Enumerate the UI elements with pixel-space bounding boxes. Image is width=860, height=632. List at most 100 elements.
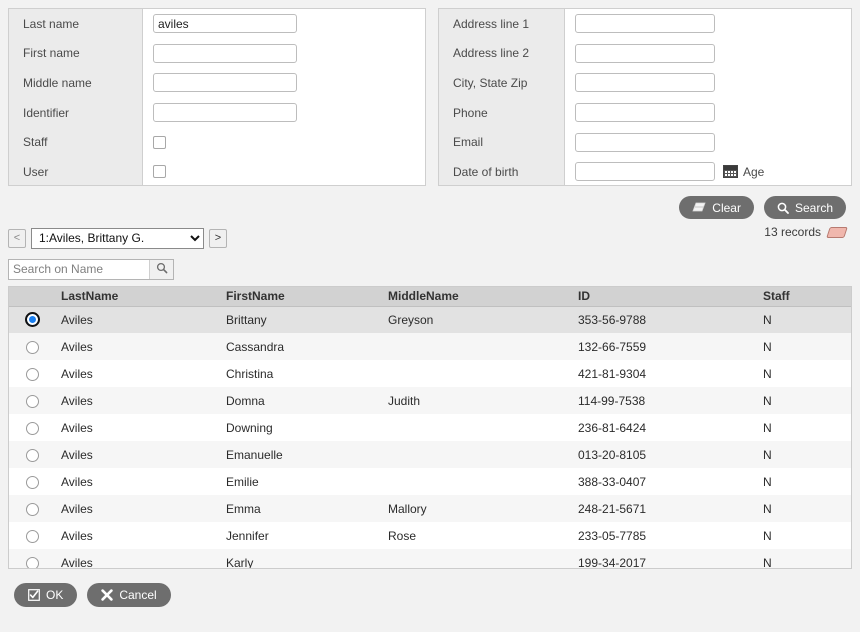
record-navigation: < 1:Aviles, Brittany G. > (0, 224, 860, 252)
label-city-state-zip: City, State Zip (453, 76, 527, 90)
cell-staff: N (757, 522, 851, 549)
calendar-icon[interactable] (723, 165, 738, 178)
row-select-cell[interactable] (9, 414, 55, 441)
row-radio-button[interactable] (26, 530, 39, 543)
cell-firstname: Emanuelle (220, 441, 382, 468)
table-row[interactable]: AvilesChristina421-81-9304N (9, 360, 851, 387)
results-table: LastName FirstName MiddleName ID Staff A… (9, 287, 851, 569)
row-radio-button[interactable] (25, 312, 40, 327)
row-radio-button[interactable] (26, 341, 39, 354)
name-filter-search-button[interactable] (149, 260, 173, 279)
cell-firstname: Christina (220, 360, 382, 387)
row-select-cell[interactable] (9, 441, 55, 468)
row-radio-button[interactable] (26, 395, 39, 408)
eraser-icon[interactable] (826, 227, 848, 238)
search-button[interactable]: Search (764, 196, 846, 219)
field-row-email (565, 127, 851, 157)
cell-middlename (382, 468, 572, 495)
row-radio-button[interactable] (26, 557, 39, 569)
date-of-birth-input[interactable] (575, 162, 715, 181)
table-row[interactable]: AvilesDomnaJudith114-99-7538N (9, 387, 851, 414)
city-state-zip-input[interactable] (575, 73, 715, 92)
address-line-1-input[interactable] (575, 14, 715, 33)
cell-staff: N (757, 333, 851, 360)
row-select-cell[interactable] (9, 333, 55, 360)
row-select-cell[interactable] (9, 306, 55, 333)
staff-checkbox[interactable] (153, 136, 166, 149)
column-header-middlename[interactable]: MiddleName (382, 287, 572, 306)
column-header-select (9, 287, 55, 306)
cell-firstname: Karly (220, 549, 382, 569)
table-row[interactable]: AvilesBrittanyGreyson353-56-9788N (9, 306, 851, 333)
label-row-first-name: First name (9, 39, 142, 69)
cell-id: 236-81-6424 (572, 414, 757, 441)
table-row[interactable]: AvilesEmmaMallory248-21-5671N (9, 495, 851, 522)
table-row[interactable]: AvilesEmilie388-33-0407N (9, 468, 851, 495)
row-radio-button[interactable] (26, 476, 39, 489)
table-row[interactable]: AvilesKarly199-34-2017N (9, 549, 851, 569)
label-row-identifier: Identifier (9, 98, 142, 128)
row-select-cell[interactable] (9, 387, 55, 414)
column-header-id[interactable]: ID (572, 287, 757, 306)
row-radio-button[interactable] (26, 449, 39, 462)
cell-staff: N (757, 549, 851, 569)
cell-firstname: Cassandra (220, 333, 382, 360)
cell-middlename: Judith (382, 387, 572, 414)
label-last-name: Last name (23, 17, 79, 31)
row-radio-button[interactable] (26, 368, 39, 381)
row-select-cell[interactable] (9, 468, 55, 495)
cell-id: 248-21-5671 (572, 495, 757, 522)
column-header-staff[interactable]: Staff (757, 287, 851, 306)
search-on-name-input[interactable] (9, 260, 149, 279)
magnifier-icon (156, 262, 168, 277)
cell-lastname: Aviles (55, 360, 220, 387)
next-record-button[interactable]: > (209, 229, 227, 248)
field-row-date-of-birth: Age (565, 157, 851, 187)
phone-input[interactable] (575, 103, 715, 122)
address-line-2-input[interactable] (575, 44, 715, 63)
row-select-cell[interactable] (9, 360, 55, 387)
magnifier-icon (777, 202, 789, 214)
cell-middlename (382, 549, 572, 569)
first-name-input[interactable] (153, 44, 297, 63)
ok-button[interactable]: OK (14, 583, 77, 607)
column-header-firstname[interactable]: FirstName (220, 287, 382, 306)
cell-middlename (382, 414, 572, 441)
identifier-input[interactable] (153, 103, 297, 122)
cell-staff: N (757, 495, 851, 522)
label-row-middle-name: Middle name (9, 68, 142, 98)
column-header-lastname[interactable]: LastName (55, 287, 220, 306)
left-label-column: Last name First name Middle name Identif… (9, 9, 143, 185)
cell-id: 353-56-9788 (572, 306, 757, 333)
table-row[interactable]: AvilesDowning236-81-6424N (9, 414, 851, 441)
table-row[interactable]: AvilesEmanuelle013-20-8105N (9, 441, 851, 468)
cell-firstname: Jennifer (220, 522, 382, 549)
row-radio-button[interactable] (26, 503, 39, 516)
cell-firstname: Downing (220, 414, 382, 441)
row-select-cell[interactable] (9, 549, 55, 569)
cell-id: 013-20-8105 (572, 441, 757, 468)
prev-record-button[interactable]: < (8, 229, 26, 248)
record-select[interactable]: 1:Aviles, Brittany G. (31, 228, 204, 249)
row-radio-button[interactable] (26, 422, 39, 435)
label-email: Email (453, 135, 483, 149)
email-input[interactable] (575, 133, 715, 152)
last-name-input[interactable] (153, 14, 297, 33)
x-icon (101, 589, 113, 601)
label-staff: Staff (23, 135, 47, 149)
row-select-cell[interactable] (9, 522, 55, 549)
row-select-cell[interactable] (9, 495, 55, 522)
cancel-button[interactable]: Cancel (87, 583, 170, 607)
table-row[interactable]: AvilesJenniferRose233-05-7785N (9, 522, 851, 549)
cancel-button-label: Cancel (119, 588, 156, 602)
cell-middlename (382, 333, 572, 360)
middle-name-input[interactable] (153, 73, 297, 92)
cell-middlename (382, 441, 572, 468)
field-row-staff (143, 127, 425, 157)
cell-id: 199-34-2017 (572, 549, 757, 569)
user-checkbox[interactable] (153, 165, 166, 178)
clear-button-label: Clear (712, 201, 741, 215)
clear-button[interactable]: Clear (679, 196, 754, 219)
table-row[interactable]: AvilesCassandra132-66-7559N (9, 333, 851, 360)
cell-middlename: Mallory (382, 495, 572, 522)
